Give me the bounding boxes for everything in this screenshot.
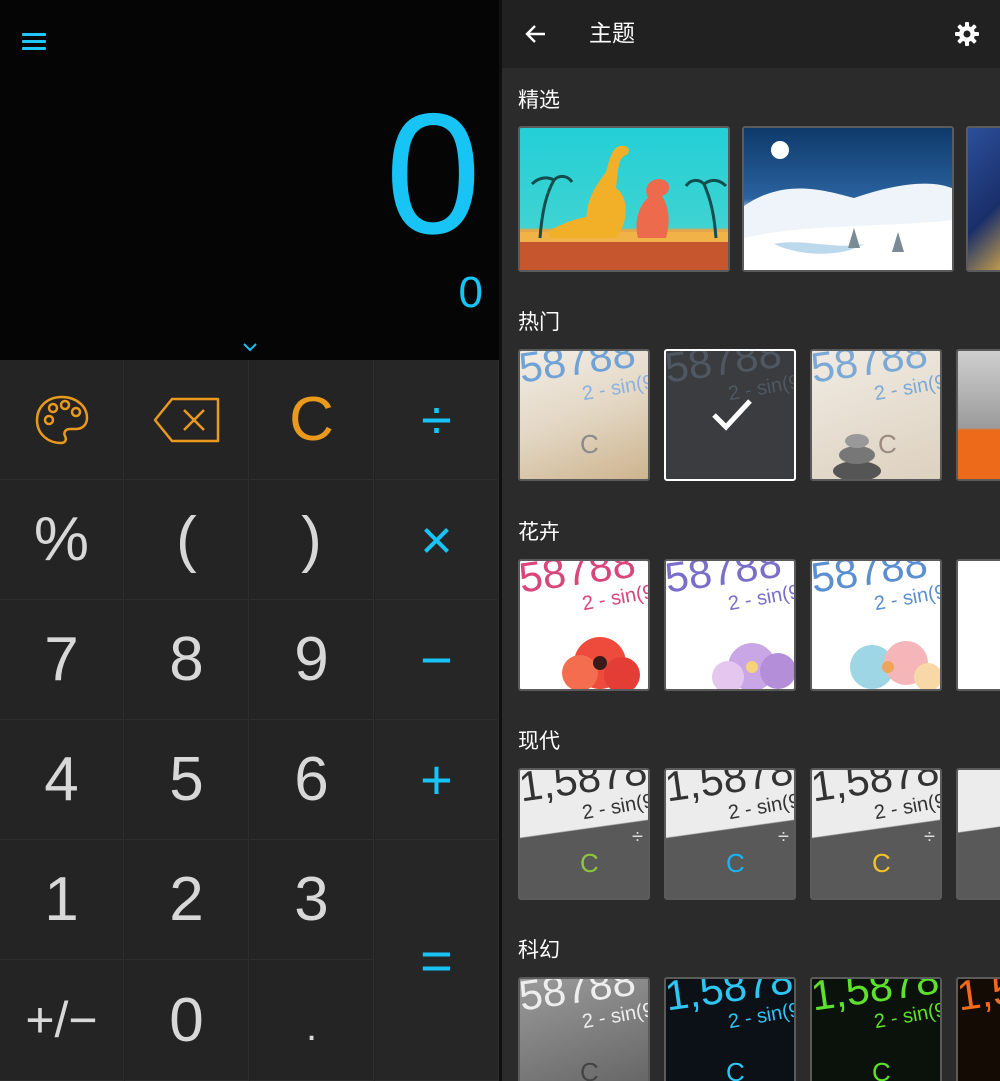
theme-modern-yellow[interactable]: 1,58788 2 - sin(9 C ÷ xyxy=(810,768,942,900)
section-scifi-label: 科幻 xyxy=(518,938,560,962)
thumb-clear: C xyxy=(580,429,599,459)
menu-icon[interactable] xyxy=(22,31,46,51)
equals-button[interactable]: = xyxy=(375,840,499,1081)
page-title: 主题 xyxy=(589,21,635,47)
section-featured-label: 精选 xyxy=(518,88,560,112)
section-flowers-label: 花卉 xyxy=(518,520,560,544)
theme-modern-green[interactable]: 1,58788 2 - sin(9 C ÷ xyxy=(518,768,650,900)
stones-illustration xyxy=(833,434,881,479)
open-paren-button[interactable]: ( xyxy=(125,480,249,600)
gear-icon[interactable] xyxy=(954,21,980,47)
theme-pink-flower[interactable] xyxy=(956,559,1000,691)
digit-1-button[interactable]: 1 xyxy=(0,840,124,960)
digit-8-button[interactable]: 8 xyxy=(125,600,249,720)
theme-dark-selected[interactable]: 58788 2 - sin(9 xyxy=(664,349,796,481)
thumb-divide: ÷ xyxy=(632,826,643,848)
theme-scifi-blue[interactable]: 1,58788 2 - sin(9 C xyxy=(664,977,796,1081)
sign-toggle-button[interactable]: +/− xyxy=(0,960,124,1081)
keypad: C ÷ % ( ) × 7 8 9 − 4 5 6 + 1 2 3 = +/− … xyxy=(0,360,499,1081)
thumb-divide: ÷ xyxy=(924,826,935,848)
back-arrow-icon[interactable] xyxy=(524,22,548,46)
theme-dinosaur[interactable] xyxy=(518,126,730,272)
theme-scifi-orange[interactable]: 1,58788 xyxy=(956,977,1000,1081)
themes-panel: 主题 精选 热门 58788 2 - sin(9 C 58788 2 - sin… xyxy=(502,0,1000,1081)
divide-button[interactable]: ÷ xyxy=(375,360,499,480)
decimal-button[interactable]: . xyxy=(250,960,374,1081)
calculator-screen: 0 0 C ÷ % ( ) × 7 8 9 − 4 5 6 + 1 2 3 = … xyxy=(0,0,499,1081)
digit-2-button[interactable]: 2 xyxy=(125,840,249,960)
thumb-clear: C xyxy=(580,1057,599,1081)
palette-icon xyxy=(35,395,88,444)
theme-scifi-green[interactable]: 1,58788 2 - sin(9 C xyxy=(810,977,942,1081)
digit-4-button[interactable]: 4 xyxy=(0,720,124,840)
dinosaur-illustration xyxy=(520,145,728,270)
digit-0-button[interactable]: 0 xyxy=(125,960,249,1081)
checkmark-icon xyxy=(712,399,752,431)
digit-6-button[interactable]: 6 xyxy=(250,720,374,840)
preview-result: 0 xyxy=(458,268,483,317)
close-paren-button[interactable]: ) xyxy=(250,480,374,600)
digit-5-button[interactable]: 5 xyxy=(125,720,249,840)
percent-button[interactable]: % xyxy=(0,480,124,600)
thumb-clear: C xyxy=(726,1057,745,1081)
thumb-number: 1,58788 xyxy=(956,977,1000,1020)
multiply-button[interactable]: × xyxy=(375,480,499,600)
result-display: 0 xyxy=(385,78,481,270)
thumb-clear: C xyxy=(580,848,599,878)
theme-scifi-stone[interactable]: 58788 2 - sin(9 C xyxy=(518,977,650,1081)
digit-7-button[interactable]: 7 xyxy=(0,600,124,720)
digit-9-button[interactable]: 9 xyxy=(250,600,374,720)
theme-red-flower[interactable]: 58788 2 - sin(9 xyxy=(518,559,650,691)
thumb-clear: C xyxy=(872,848,891,878)
theme-modern-red[interactable] xyxy=(956,768,1000,900)
thumb-divide: ÷ xyxy=(778,826,789,848)
chevron-down-icon[interactable] xyxy=(241,340,259,354)
section-popular-label: 热门 xyxy=(518,310,560,334)
theme-modern-blue[interactable]: 1,58788 2 - sin(9 C ÷ xyxy=(664,768,796,900)
theme-starry-night[interactable] xyxy=(966,126,1000,272)
theme-orange-metal[interactable] xyxy=(956,349,1000,481)
theme-pastel-flower[interactable]: 58788 2 - sin(9 xyxy=(810,559,942,691)
thumb-clear: C xyxy=(726,848,745,878)
theme-button[interactable] xyxy=(0,360,124,480)
minus-button[interactable]: − xyxy=(375,600,499,720)
theme-zen-stones[interactable]: 58788 2 - sin(9 C xyxy=(810,349,942,481)
theme-beach[interactable]: 58788 2 - sin(9 C xyxy=(518,349,650,481)
flower-illustration xyxy=(712,643,794,689)
backspace-button[interactable] xyxy=(125,360,249,480)
backspace-icon xyxy=(153,397,219,442)
digit-3-button[interactable]: 3 xyxy=(250,840,374,960)
app-bar: 主题 xyxy=(502,0,1000,68)
theme-snow-night[interactable] xyxy=(742,126,954,272)
theme-purple-flower[interactable]: 58788 2 - sin(9 xyxy=(664,559,796,691)
flower-illustration xyxy=(850,641,940,689)
thumb-clear: C xyxy=(872,1057,891,1081)
plus-button[interactable]: + xyxy=(375,720,499,840)
flower-illustration xyxy=(562,637,640,689)
clear-button[interactable]: C xyxy=(250,360,374,480)
snow-illustration xyxy=(744,141,952,270)
section-modern-label: 现代 xyxy=(518,729,560,753)
